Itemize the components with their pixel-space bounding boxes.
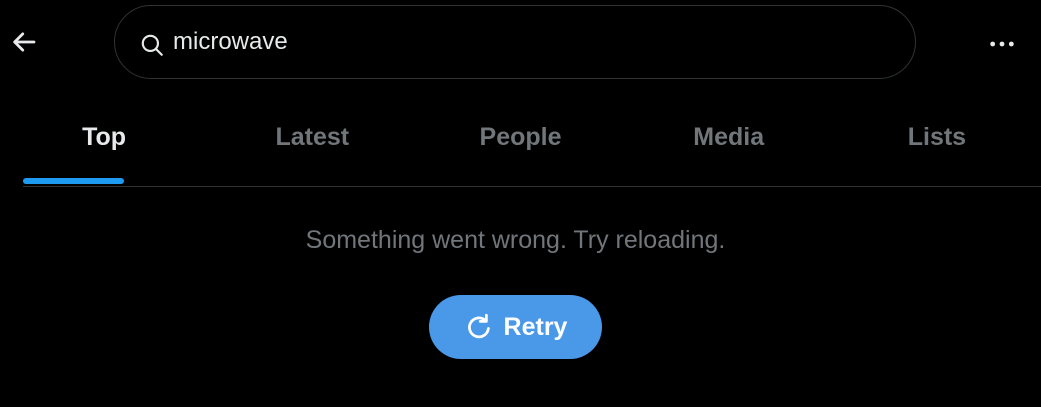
more-horizontal-icon — [990, 41, 1014, 47]
tab-latest[interactable]: Latest — [208, 96, 416, 186]
tab-lists[interactable]: Lists — [833, 96, 1041, 186]
retry-button[interactable]: Retry — [429, 295, 602, 359]
error-message: Something went wrong. Try reloading. — [305, 226, 726, 254]
search-input[interactable] — [173, 24, 873, 60]
tab-label: Lists — [907, 123, 967, 151]
search-icon — [141, 34, 163, 56]
refresh-icon — [464, 312, 494, 342]
more-options-button[interactable] — [982, 24, 1022, 64]
active-tab-indicator — [23, 178, 124, 184]
search-tabs: Top Latest People Media Lists — [0, 96, 1041, 186]
tabs-divider — [23, 186, 1041, 187]
tab-label: Media — [693, 123, 765, 151]
tab-top[interactable]: Top — [0, 96, 208, 186]
search-header — [0, 0, 1041, 86]
tab-media[interactable]: Media — [625, 96, 833, 186]
tab-label: Top — [82, 123, 127, 151]
search-box[interactable] — [114, 5, 916, 79]
retry-label: Retry — [503, 313, 568, 341]
tab-people[interactable]: People — [416, 96, 624, 186]
tab-label: Latest — [275, 123, 350, 151]
back-button[interactable] — [4, 22, 44, 62]
arrow-left-icon — [13, 32, 36, 52]
tab-label: People — [479, 123, 562, 151]
